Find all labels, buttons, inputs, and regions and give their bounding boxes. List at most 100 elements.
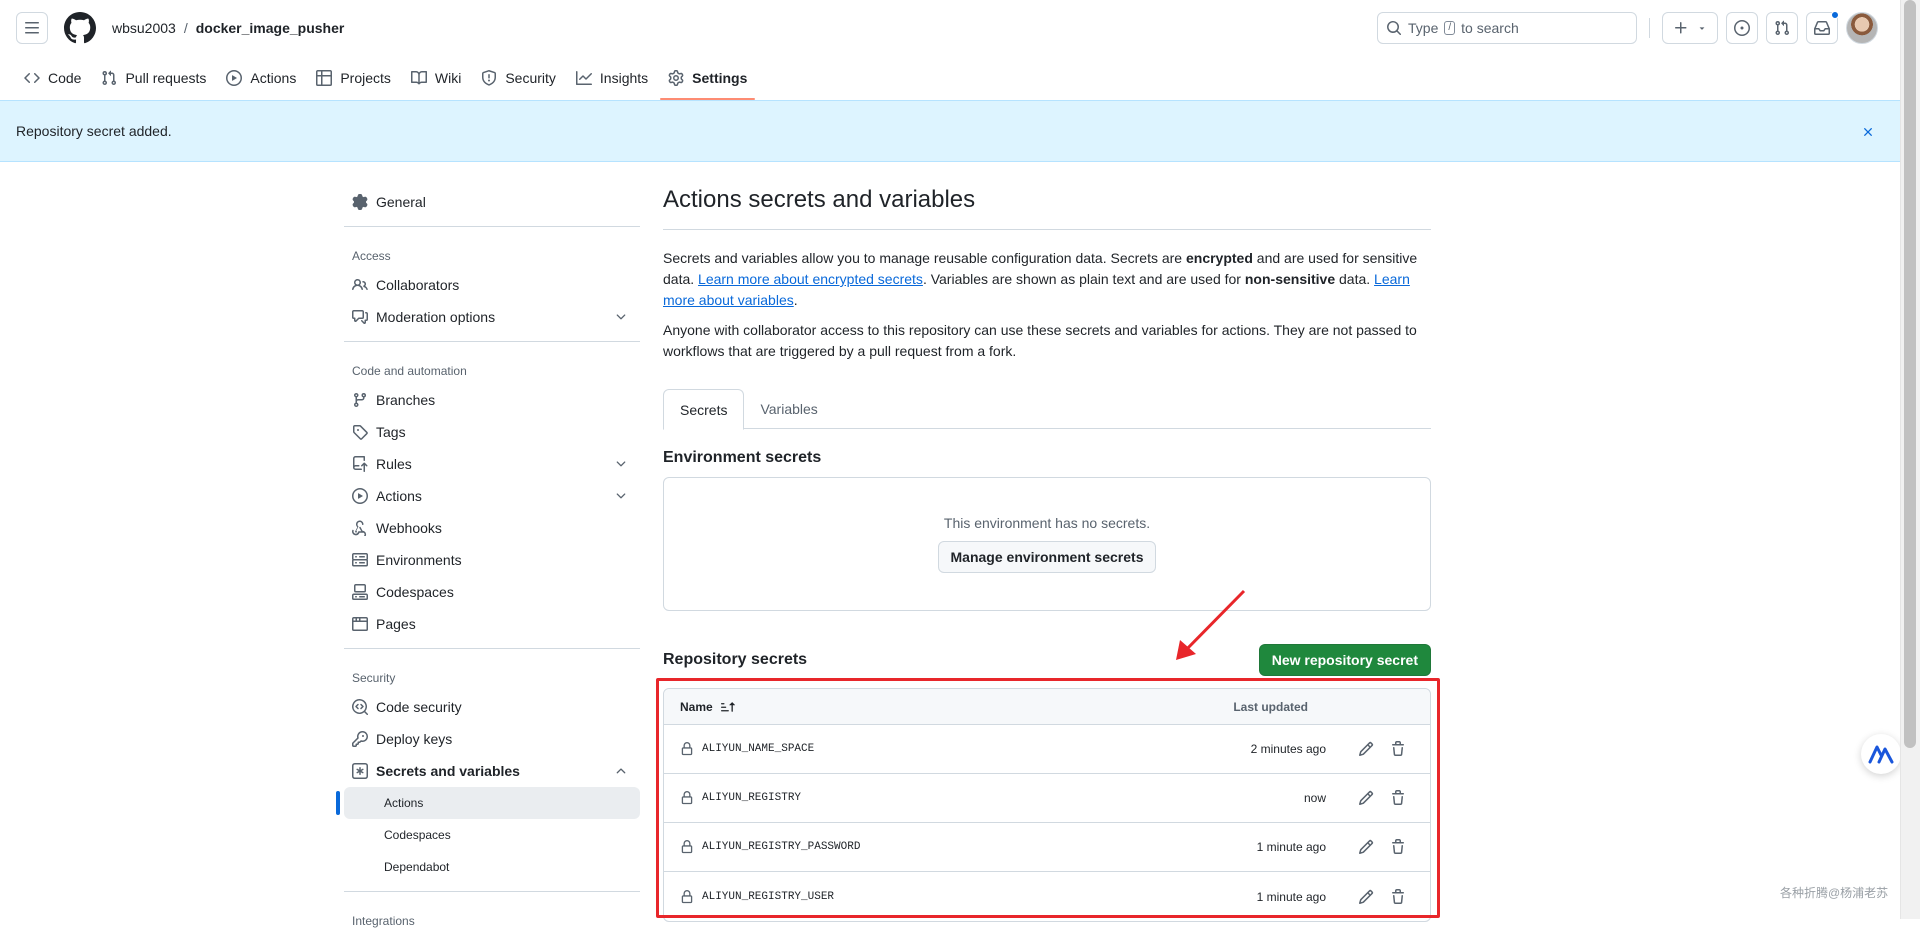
lock-icon [681,791,693,805]
sidebar-heading-integrations: Integrations [352,914,415,928]
sidebar-item-deploy-keys[interactable]: Deploy keys [336,723,648,755]
secret-name: ALIYUN_NAME_SPACE [702,743,815,755]
tab-variables[interactable]: Variables [744,389,833,429]
delete-secret-button[interactable] [1382,733,1414,765]
tab-projects-label: Projects [340,70,391,86]
sidebar-divider [344,648,640,649]
delete-secret-button[interactable] [1382,782,1414,814]
new-repository-secret-button[interactable]: New repository secret [1258,644,1431,676]
code-icon [24,72,40,84]
column-last-updated: Last updated [1233,699,1308,714]
sidebar-divider [344,226,640,227]
desc-text-3: . Variables are shown as plain text and … [922,271,1245,287]
play-icon [352,488,368,504]
sidebar-item-webhooks[interactable]: Webhooks [336,512,648,544]
user-avatar[interactable] [1846,12,1878,44]
sidebar-subitem-codespaces[interactable]: Codespaces [344,819,640,851]
sidebar-item-collaborators-label: Collaborators [376,277,460,293]
edit-secret-button[interactable] [1350,782,1382,814]
tab-actions[interactable]: Actions [218,56,304,100]
github-logo-icon[interactable] [64,12,96,44]
desc-bold-non-sensitive: non-sensitive [1244,271,1336,287]
repo-link[interactable]: docker_image_pusher [196,20,345,36]
tab-pull-requests-label: Pull requests [125,70,207,86]
sidebar-heading-access: Access [352,249,391,263]
sidebar-item-environments[interactable]: Environments [336,544,648,576]
edit-secret-button[interactable] [1350,733,1382,765]
chevron-down-icon [616,493,626,499]
trash-icon [1392,888,1404,904]
chevron-up-icon [616,768,626,774]
sidebar-divider [344,891,640,892]
codespaces-icon [352,584,368,600]
tab-projects[interactable]: Projects [308,56,399,100]
tab-security[interactable]: Security [473,56,564,100]
sidebar-item-tags[interactable]: Tags [336,416,648,448]
sidebar-item-collaborators[interactable]: Collaborators [336,269,648,301]
tab-code[interactable]: Code [16,56,89,100]
sidebar-subitem-actions[interactable]: Actions [336,787,640,819]
key-icon [352,731,368,747]
chevron-down-icon [616,314,626,320]
delete-secret-button[interactable] [1382,831,1414,863]
table-row: ALIYUN_REGISTRY now [664,774,1430,823]
pencil-icon [1358,839,1374,855]
hamburger-icon [25,22,39,34]
tab-wiki[interactable]: Wiki [403,56,469,100]
delete-secret-button[interactable] [1382,881,1414,913]
assistant-floating-button[interactable] [1861,734,1901,774]
tab-security-label: Security [505,70,556,86]
desc-bold-encrypted: encrypted [1185,250,1253,266]
tab-insights[interactable]: Insights [568,56,656,100]
triangle-down-icon [1699,27,1705,30]
sidebar-item-branches[interactable]: Branches [336,384,648,416]
sidebar-item-secrets-variables[interactable]: Secrets and variables [336,755,648,787]
create-new-button[interactable] [1662,12,1718,44]
chevron-down-icon [616,461,626,467]
scrollbar-thumb[interactable] [1904,0,1916,748]
trash-icon [1392,741,1404,756]
sidebar-item-code-security[interactable]: Code security [336,691,648,723]
inbox-button[interactable] [1806,11,1839,44]
settings-sidebar: General Access Collaborators Moderation … [336,186,648,934]
server-icon [352,553,368,567]
header-divider [1649,18,1650,38]
sidebar-item-actions[interactable]: Actions [336,480,648,512]
page-title: Actions secrets and variables [663,186,1431,230]
sidebar-item-codespaces[interactable]: Codespaces [336,576,648,608]
sidebar-item-moderation-label: Moderation options [376,309,496,325]
tab-settings[interactable]: Settings [660,56,756,100]
tab-insights-label: Insights [599,70,649,86]
sidebar-item-environments-label: Environments [376,552,462,568]
gear-icon [668,70,684,86]
comment-discussion-icon [352,310,368,324]
menu-button[interactable] [16,12,48,44]
plus-icon [1675,22,1687,34]
tab-secrets[interactable]: Secrets [663,389,745,430]
learn-encrypted-secrets-link[interactable]: Learn more about encrypted secrets [698,271,923,287]
key-asterisk-icon [352,763,368,779]
issues-button[interactable] [1726,12,1758,44]
sidebar-subitem-dependabot[interactable]: Dependabot [344,851,640,883]
sidebar-item-moderation[interactable]: Moderation options [336,301,648,333]
pull-requests-button[interactable] [1766,12,1798,44]
browser-icon [352,617,368,631]
edit-secret-button[interactable] [1350,831,1382,863]
repo-push-icon [353,456,368,472]
sidebar-item-rules[interactable]: Rules [336,448,648,480]
sidebar-item-general[interactable]: General [336,186,648,218]
sort-by-name-button[interactable]: Name [680,700,735,714]
issue-opened-icon [1734,20,1750,36]
git-pull-request-icon [1775,20,1790,36]
manage-environment-secrets-button[interactable]: Manage environment secrets [937,541,1157,573]
tab-pull-requests[interactable]: Pull requests [93,56,214,100]
search-input[interactable]: Type / to search [1377,12,1637,44]
environment-empty-text: This environment has no secrets. [943,515,1151,531]
edit-secret-button[interactable] [1350,881,1382,913]
table-icon [316,70,333,86]
flash-close-button[interactable] [1858,122,1878,142]
sidebar-item-pages[interactable]: Pages [336,608,648,640]
owner-link[interactable]: wbsu2003 [112,20,176,36]
close-icon [1864,128,1872,136]
page-scrollbar[interactable] [1900,0,1920,919]
